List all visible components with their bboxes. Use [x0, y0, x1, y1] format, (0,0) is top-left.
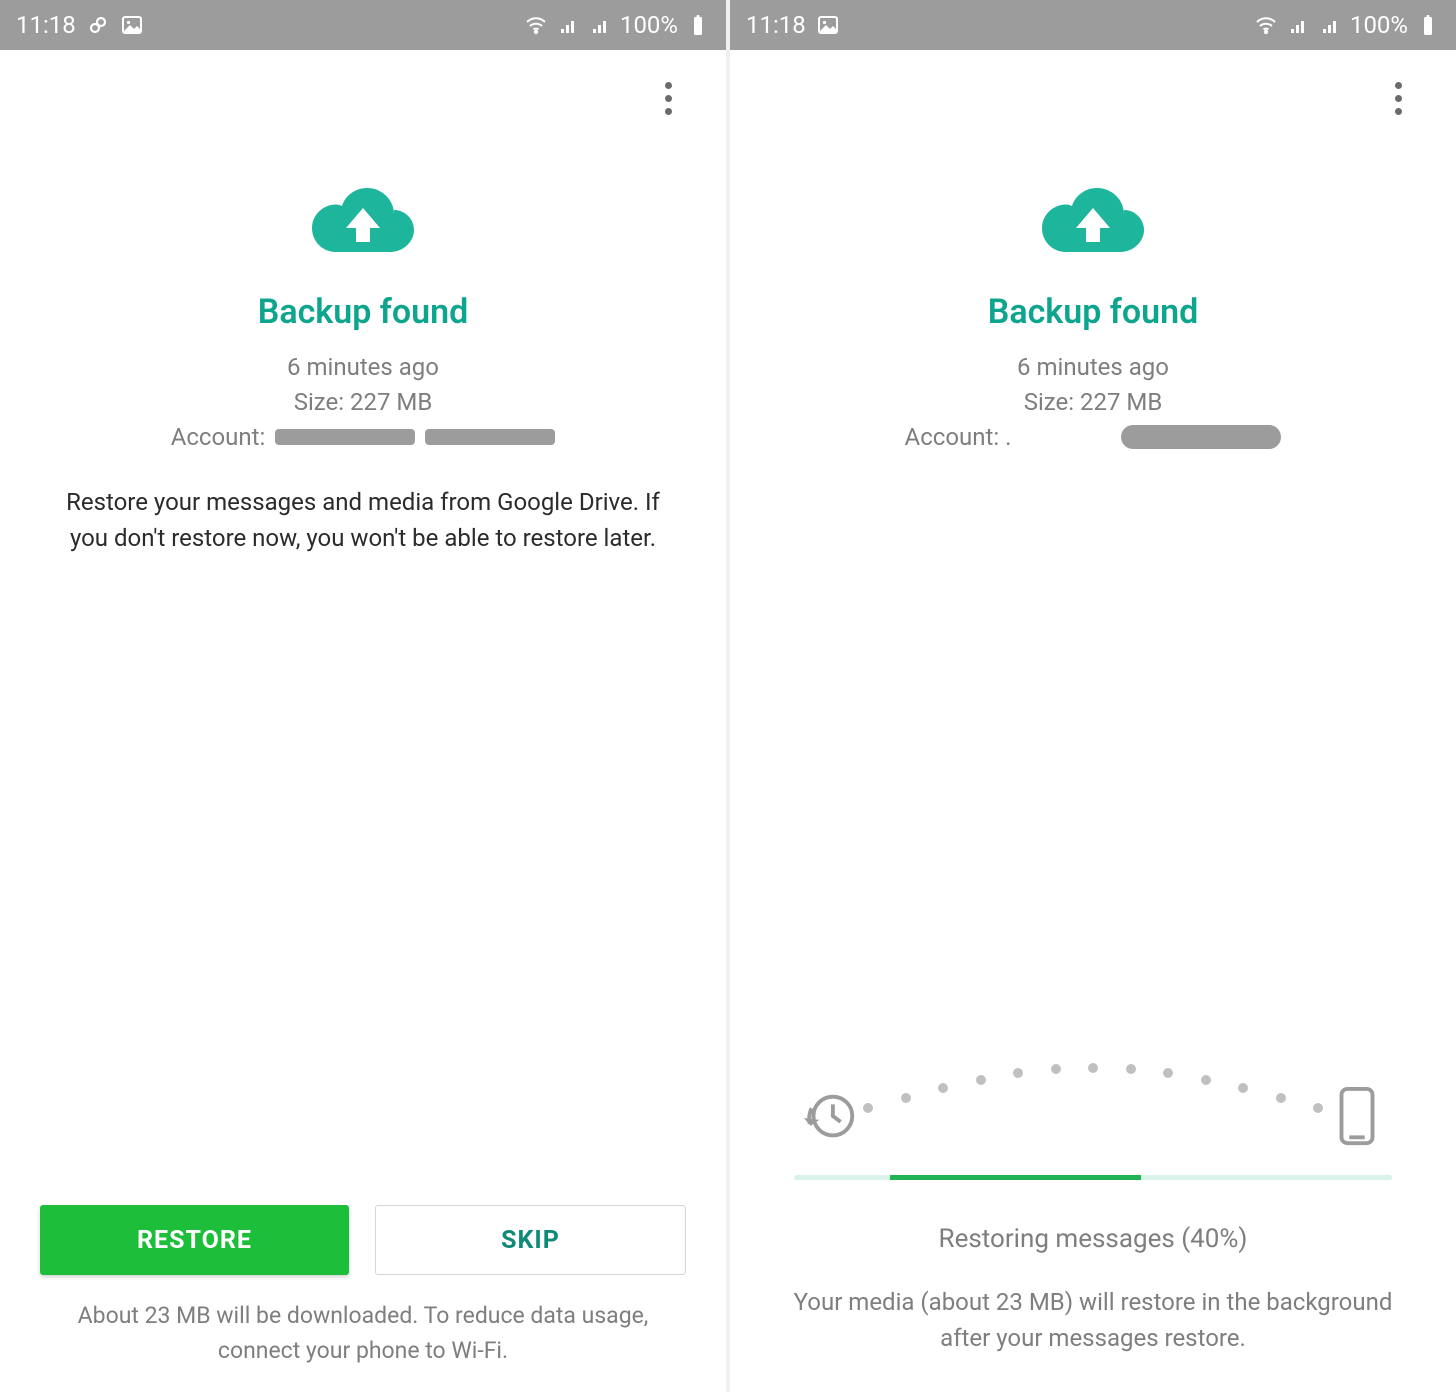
progress-bar — [794, 1175, 1392, 1180]
progress-bar-fill — [890, 1175, 1141, 1180]
account-redacted-2 — [425, 429, 555, 445]
status-time: 11:18 — [16, 11, 76, 39]
cloud-upload-icon — [308, 184, 418, 260]
history-clock-icon — [798, 1085, 860, 1147]
account-redacted — [1121, 425, 1281, 449]
restore-description: Restore your messages and media from Goo… — [28, 484, 698, 556]
restoring-note: Your media (about 23 MB) will restore in… — [758, 1284, 1428, 1368]
status-battery-pct: 100% — [620, 11, 678, 39]
battery-icon — [1416, 13, 1440, 37]
screen-restore-prompt: 11:18 100% — [0, 0, 730, 1392]
more-menu-button[interactable] — [1378, 72, 1418, 124]
page-title: Backup found — [988, 292, 1199, 332]
wifi-icon — [524, 13, 548, 37]
more-menu-button[interactable] — [648, 72, 688, 124]
picture-icon — [816, 13, 840, 37]
page-title: Backup found — [258, 292, 469, 332]
backup-size: Size: 227 MB — [171, 385, 556, 420]
restore-progress-graphic — [790, 1057, 1396, 1147]
status-battery-pct: 100% — [1350, 11, 1408, 39]
signal-1-icon — [1286, 13, 1310, 37]
status-time: 11:18 — [746, 11, 806, 39]
account-redacted-1 — [275, 429, 415, 445]
data-usage-note: About 23 MB will be downloaded. To reduc… — [28, 1299, 698, 1368]
restore-button[interactable]: RESTORE — [40, 1205, 349, 1275]
signal-1-icon — [556, 13, 580, 37]
account-label: Account: . — [905, 420, 1012, 455]
phone-icon — [1326, 1085, 1388, 1147]
screen-restoring: 11:18 100% — [730, 0, 1456, 1392]
link-icon — [86, 13, 110, 37]
signal-2-icon — [588, 13, 612, 37]
backup-size: Size: 227 MB — [905, 385, 1282, 420]
battery-icon — [686, 13, 710, 37]
wifi-icon — [1254, 13, 1278, 37]
backup-time: 6 minutes ago — [905, 350, 1282, 385]
restoring-status: Restoring messages (40%) — [758, 1224, 1428, 1254]
picture-icon — [120, 13, 144, 37]
backup-time: 6 minutes ago — [171, 350, 556, 385]
skip-button[interactable]: SKIP — [375, 1205, 686, 1275]
signal-2-icon — [1318, 13, 1342, 37]
cloud-upload-icon — [1038, 184, 1148, 260]
status-bar: 11:18 100% — [0, 0, 726, 50]
account-label: Account: — [171, 420, 266, 455]
status-bar: 11:18 100% — [730, 0, 1456, 50]
